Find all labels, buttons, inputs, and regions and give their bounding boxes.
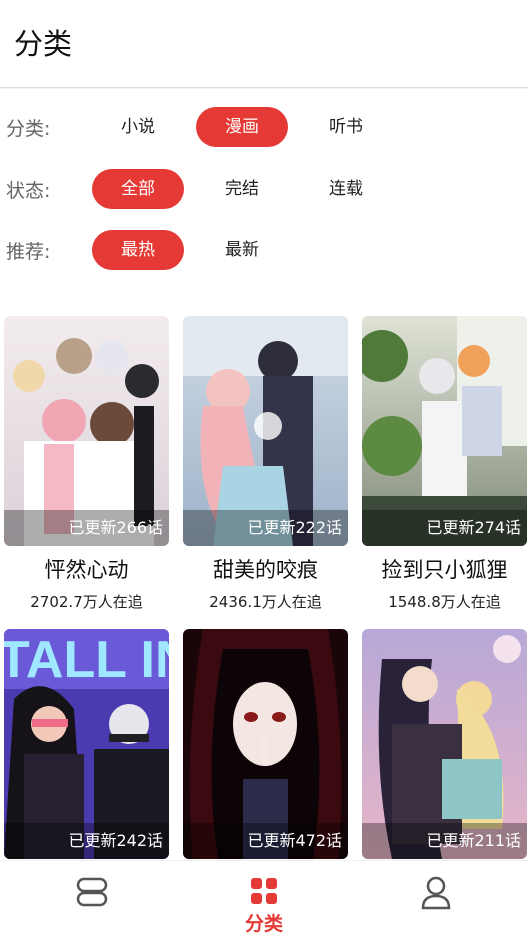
category-grid-icon bbox=[251, 878, 277, 904]
tab-bookshelf[interactable] bbox=[4, 861, 180, 938]
comic-cover[interactable]: 已更新274话 bbox=[362, 316, 527, 546]
update-count-badge: 已更新274话 bbox=[362, 510, 527, 546]
tab-label-category: 分类 bbox=[244, 913, 283, 935]
chip-hottest[interactable]: 最热 bbox=[92, 230, 184, 270]
comic-grid: 已更新266话 怦然心动 2702.7万人在追 已更新222话 甜美的咬痕 24… bbox=[0, 300, 528, 860]
comic-cover[interactable]: 已更新211话 bbox=[362, 629, 527, 859]
user-profile-icon bbox=[421, 876, 451, 910]
cover-title-text: TALL IN bbox=[4, 631, 169, 689]
chip-audiobook[interactable]: 听书 bbox=[300, 107, 392, 147]
comic-cover[interactable]: 已更新266话 bbox=[4, 316, 169, 546]
comic-title[interactable]: 甜美的咬痕 bbox=[183, 556, 348, 584]
filter-label-recommend: 推荐: bbox=[6, 241, 51, 263]
comic-cover[interactable]: 已更新472话 bbox=[183, 629, 348, 859]
tab-profile[interactable] bbox=[348, 861, 524, 938]
app-header: 分类 bbox=[0, 0, 528, 88]
filter-row-category: 分类: 小说 漫画 听书 bbox=[0, 107, 528, 151]
update-count-badge: 已更新472话 bbox=[183, 823, 348, 859]
chip-ongoing[interactable]: 连载 bbox=[300, 169, 392, 209]
chip-completed[interactable]: 完结 bbox=[196, 169, 288, 209]
chip-novel[interactable]: 小说 bbox=[92, 107, 184, 147]
comic-readers: 2702.7万人在追 bbox=[30, 593, 143, 611]
bottom-tab-bar: 分类 bbox=[0, 860, 528, 938]
filter-label-category: 分类: bbox=[6, 118, 51, 140]
comic-readers: 2436.1万人在追 bbox=[209, 593, 322, 611]
bookshelf-icon bbox=[76, 877, 108, 907]
update-count-badge: 已更新266话 bbox=[4, 510, 169, 546]
comic-cover[interactable]: 已更新222话 bbox=[183, 316, 348, 546]
chip-comic[interactable]: 漫画 bbox=[196, 107, 288, 147]
tab-category[interactable]: 分类 bbox=[176, 861, 352, 938]
update-count-badge: 已更新242话 bbox=[4, 823, 169, 859]
chip-all[interactable]: 全部 bbox=[92, 169, 184, 209]
page-title: 分类 bbox=[14, 27, 73, 61]
filter-label-status: 状态: bbox=[6, 180, 51, 202]
filter-panel: 分类: 小说 漫画 听书 状态: 全部 完结 连载 推荐: 最热 最新 bbox=[0, 89, 528, 299]
comic-cover[interactable]: TALL IN 已更新242话 bbox=[4, 629, 169, 859]
filter-row-recommend: 推荐: 最热 最新 bbox=[0, 230, 528, 274]
update-count-badge: 已更新211话 bbox=[362, 823, 527, 859]
comic-title[interactable]: 怦然心动 bbox=[4, 556, 169, 584]
chip-newest[interactable]: 最新 bbox=[196, 230, 288, 270]
update-count-badge: 已更新222话 bbox=[183, 510, 348, 546]
filter-row-status: 状态: 全部 完结 连载 bbox=[0, 169, 528, 213]
comic-title[interactable]: 捡到只小狐狸 bbox=[362, 556, 527, 584]
comic-readers: 1548.8万人在追 bbox=[388, 593, 501, 611]
